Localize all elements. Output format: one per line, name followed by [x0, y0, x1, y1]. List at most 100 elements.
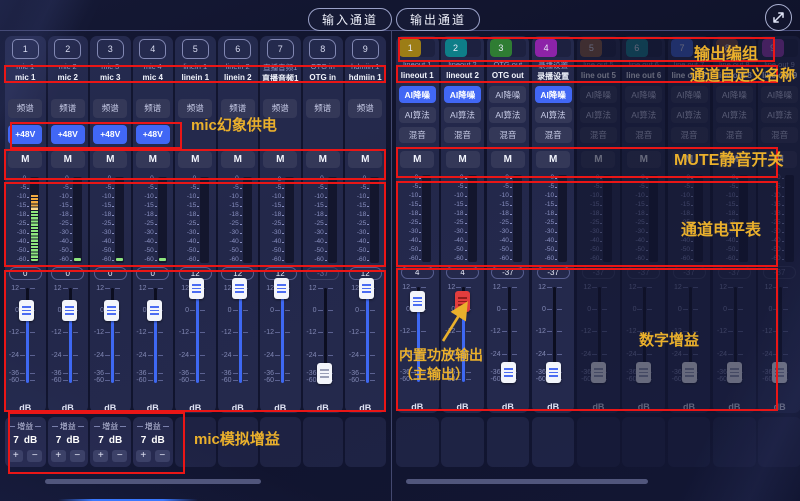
mute-button[interactable]: M	[93, 151, 127, 168]
ai-denoise-button[interactable]: AI降噪	[535, 86, 572, 103]
channel-custom-name[interactable]: linein 1	[181, 73, 209, 83]
channel-custom-name[interactable]: line out 5	[581, 71, 616, 81]
fader-handle-in7[interactable]	[274, 278, 289, 299]
output-group-chip[interactable]: 3	[490, 39, 526, 57]
fader-handle-in2[interactable]	[62, 300, 77, 321]
spectrum-button[interactable]: 频谱	[221, 99, 255, 118]
fader-handle-out2[interactable]	[455, 291, 470, 312]
output-group-chip[interactable]: 6	[626, 39, 662, 57]
mute-button[interactable]: M	[8, 151, 42, 168]
mute-button[interactable]: M	[672, 151, 706, 168]
ai-algorithm-button[interactable]: AI算法	[580, 107, 617, 123]
mix-button[interactable]: 混音	[671, 127, 708, 143]
mute-button[interactable]: M	[51, 151, 85, 168]
spectrum-button[interactable]: 频谱	[51, 99, 85, 118]
ai-denoise-button[interactable]: AI降噪	[399, 86, 436, 103]
channel-custom-name[interactable]: line out 6	[626, 71, 661, 81]
spectrum-button[interactable]: 频谱	[263, 99, 297, 118]
channel-custom-name[interactable]: OTG out	[492, 71, 524, 81]
mix-button[interactable]: 混音	[444, 127, 481, 143]
output-group-chip[interactable]: 9	[762, 39, 798, 57]
fader-handle-in9[interactable]	[359, 278, 374, 299]
spectrum-button[interactable]: 频谱	[8, 99, 42, 118]
gain-decrease-button[interactable]: −	[112, 450, 127, 462]
mix-button[interactable]: 混音	[535, 127, 572, 143]
fader-handle-in3[interactable]	[104, 300, 119, 321]
ai-denoise-button[interactable]: AI降噪	[489, 86, 526, 103]
mute-button[interactable]: M	[491, 151, 525, 168]
ai-algorithm-button[interactable]: AI算法	[489, 107, 526, 123]
fader-handle-in8[interactable]	[317, 363, 332, 384]
gain-decrease-button[interactable]: −	[27, 450, 42, 462]
mute-button[interactable]: M	[536, 151, 570, 168]
spectrum-button[interactable]: 频谱	[136, 99, 170, 118]
spectrum-button[interactable]: 频谱	[93, 99, 127, 118]
gain-decrease-button[interactable]: −	[155, 450, 170, 462]
phantom-power-button[interactable]: +48V	[8, 125, 42, 144]
mix-button[interactable]: 混音	[625, 127, 662, 143]
phantom-power-button[interactable]: +48V	[51, 125, 85, 144]
ai-algorithm-button[interactable]: AI算法	[399, 107, 436, 123]
gain-increase-button[interactable]: +	[51, 450, 66, 462]
ai-algorithm-button[interactable]: AI算法	[671, 107, 708, 123]
mute-button[interactable]: M	[446, 151, 480, 168]
gain-decrease-button[interactable]: −	[70, 450, 85, 462]
channel-custom-name[interactable]: mic 3	[100, 73, 120, 83]
mute-button[interactable]: M	[136, 151, 170, 168]
spectrum-button[interactable]: 频谱	[348, 99, 382, 118]
channel-custom-name[interactable]: OTG in	[309, 73, 336, 83]
fader-handle-out8[interactable]	[727, 362, 742, 383]
mix-button[interactable]: 混音	[489, 127, 526, 143]
output-group-chip[interactable]: 5	[580, 39, 616, 57]
channel-custom-name[interactable]: line out 8	[717, 71, 752, 81]
phantom-power-button[interactable]: +48V	[93, 125, 127, 144]
channel-custom-name[interactable]: mic 2	[58, 73, 78, 83]
fader-handle-out6[interactable]	[636, 362, 651, 383]
ai-denoise-button[interactable]: AI降噪	[444, 86, 481, 103]
fader-handle-out1[interactable]	[410, 291, 425, 312]
channel-custom-name[interactable]: lineout 2	[446, 71, 479, 81]
expand-button[interactable]	[765, 4, 792, 31]
ai-algorithm-button[interactable]: AI算法	[625, 107, 662, 123]
mix-button[interactable]: 混音	[399, 127, 436, 143]
channel-custom-name[interactable]: mic 4	[143, 73, 163, 83]
ai-algorithm-button[interactable]: AI算法	[444, 107, 481, 123]
fader-handle-in6[interactable]	[232, 278, 247, 299]
channel-custom-name[interactable]: 录播设置	[537, 71, 569, 81]
gain-increase-button[interactable]: +	[136, 450, 151, 462]
spectrum-button[interactable]: 频谱	[178, 99, 212, 118]
ai-algorithm-button[interactable]: AI算法	[761, 107, 798, 123]
mute-button[interactable]: M	[581, 151, 615, 168]
channel-custom-name[interactable]: line out 7	[671, 71, 706, 81]
phantom-power-button[interactable]: +48V	[136, 125, 170, 144]
channel-custom-name[interactable]: lineout 1	[401, 71, 434, 81]
mix-button[interactable]: 混音	[580, 127, 617, 143]
fader-handle-out3[interactable]	[501, 362, 516, 383]
mute-button[interactable]: M	[306, 151, 340, 168]
fader-handle-in5[interactable]	[189, 278, 204, 299]
mute-button[interactable]: M	[178, 151, 212, 168]
mute-button[interactable]: M	[763, 151, 797, 168]
mute-button[interactable]: M	[263, 151, 297, 168]
channel-custom-name[interactable]: 直播音频1	[262, 73, 298, 83]
gain-increase-button[interactable]: +	[93, 450, 108, 462]
fader-handle-in1[interactable]	[19, 300, 34, 321]
mute-button[interactable]: M	[627, 151, 661, 168]
input-panel-scrollbar[interactable]	[45, 479, 261, 484]
ai-denoise-button[interactable]: AI降噪	[671, 86, 708, 103]
fader-handle-out5[interactable]	[591, 362, 606, 383]
fader-handle-out9[interactable]	[772, 362, 787, 383]
spectrum-button[interactable]: 频谱	[306, 99, 340, 118]
fader-handle-out4[interactable]	[546, 362, 561, 383]
ai-denoise-button[interactable]: AI降噪	[716, 86, 753, 103]
channel-custom-name[interactable]: linein 2	[224, 73, 252, 83]
channel-custom-name[interactable]: hdmiin 1	[349, 73, 382, 83]
ai-denoise-button[interactable]: AI降噪	[580, 86, 617, 103]
mute-button[interactable]: M	[348, 151, 382, 168]
fader-handle-out7[interactable]	[682, 362, 697, 383]
output-group-chip[interactable]: 1	[399, 39, 435, 57]
mute-button[interactable]: M	[717, 151, 751, 168]
output-group-chip[interactable]: 4	[535, 39, 571, 57]
output-panel-scrollbar[interactable]	[406, 479, 648, 484]
ai-algorithm-button[interactable]: AI算法	[716, 107, 753, 123]
